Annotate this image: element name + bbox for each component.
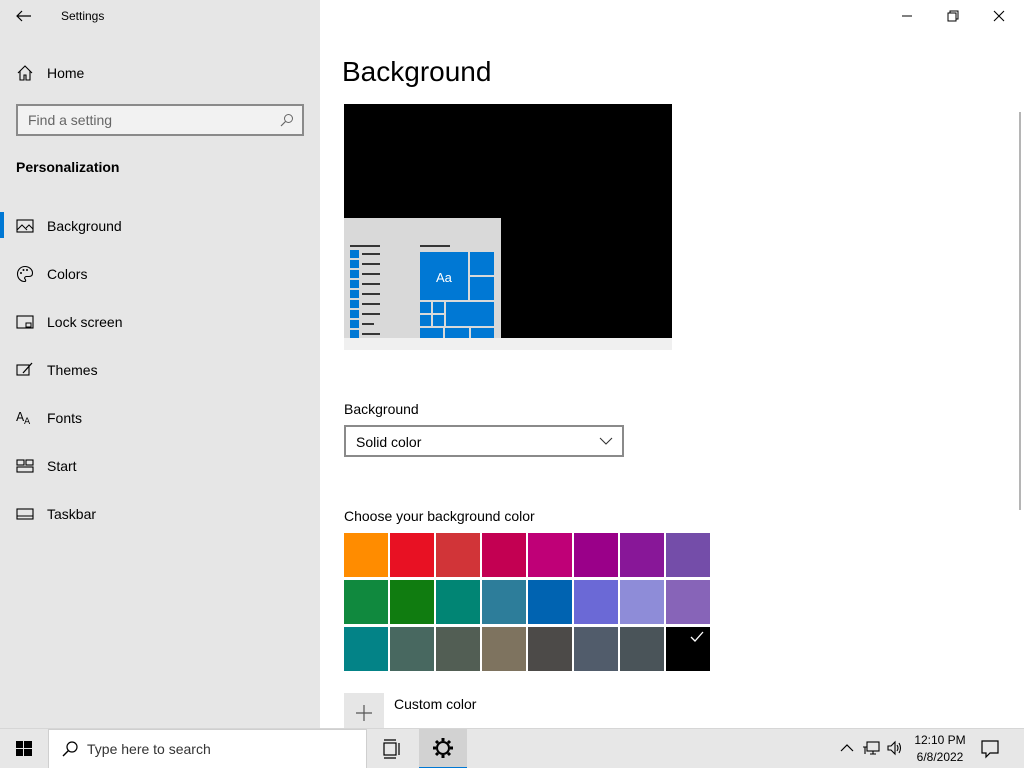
settings-search-input[interactable] bbox=[18, 106, 302, 134]
sidebar: Settings Home Personalization Background… bbox=[0, 0, 320, 728]
task-view-icon bbox=[383, 739, 400, 759]
color-swatch[interactable] bbox=[344, 580, 388, 624]
fonts-icon: AA bbox=[16, 410, 31, 427]
sidebar-item-label: Lock screen bbox=[47, 314, 123, 330]
color-swatch[interactable] bbox=[390, 533, 434, 577]
volume-icon[interactable] bbox=[886, 739, 904, 757]
custom-color-label: Custom color bbox=[394, 696, 477, 712]
color-swatch[interactable] bbox=[482, 580, 526, 624]
checkmark-icon bbox=[690, 631, 704, 642]
background-type-value: Solid color bbox=[356, 434, 422, 450]
chevron-up-icon[interactable] bbox=[838, 739, 856, 757]
choose-color-label: Choose your background color bbox=[344, 508, 535, 524]
home-link[interactable]: Home bbox=[0, 58, 320, 88]
color-swatch[interactable] bbox=[482, 533, 526, 577]
clock-time[interactable]: 12:10 PM bbox=[912, 733, 968, 747]
close-button[interactable] bbox=[976, 0, 1022, 32]
clock-date[interactable]: 6/8/2022 bbox=[912, 750, 968, 764]
color-swatch[interactable] bbox=[620, 533, 664, 577]
preview-start-menu: Aa bbox=[344, 218, 501, 338]
sidebar-item-start[interactable]: Start bbox=[0, 448, 320, 496]
plus-icon bbox=[344, 693, 384, 733]
custom-color-button[interactable]: Custom color bbox=[344, 693, 544, 733]
taskbar-settings-app[interactable] bbox=[419, 729, 467, 768]
home-label: Home bbox=[47, 65, 85, 81]
lock-screen-icon bbox=[16, 315, 34, 329]
background-type-label: Background bbox=[344, 401, 419, 417]
color-swatch[interactable] bbox=[436, 627, 480, 671]
color-swatch[interactable] bbox=[344, 627, 388, 671]
windows-logo-icon bbox=[16, 741, 32, 756]
color-swatch[interactable] bbox=[574, 533, 618, 577]
sidebar-item-label: Start bbox=[47, 458, 77, 474]
preview-start-graphic bbox=[350, 245, 494, 338]
search-icon bbox=[280, 114, 293, 127]
close-icon bbox=[993, 10, 1005, 22]
taskbar-search-input[interactable] bbox=[87, 730, 357, 768]
sidebar-item-label: Fonts bbox=[47, 410, 83, 426]
network-icon[interactable] bbox=[862, 739, 880, 757]
sidebar-nav: Background Colors Lock screen Themes AA … bbox=[0, 208, 320, 544]
settings-search[interactable] bbox=[16, 104, 304, 136]
sidebar-item-lock-screen[interactable]: Lock screen bbox=[0, 304, 320, 352]
color-swatch[interactable] bbox=[574, 627, 618, 671]
preview-tile-text: Aa bbox=[436, 270, 452, 285]
palette-icon bbox=[16, 265, 34, 283]
background-type-select[interactable]: Solid color bbox=[344, 425, 624, 457]
color-swatch[interactable] bbox=[620, 580, 664, 624]
picture-icon bbox=[16, 219, 34, 233]
window-controls bbox=[884, 0, 1024, 32]
minimize-icon bbox=[902, 15, 912, 17]
color-swatch[interactable] bbox=[528, 627, 572, 671]
app-title: Settings bbox=[61, 9, 105, 23]
taskbar-icon bbox=[16, 508, 34, 520]
color-swatch[interactable] bbox=[390, 580, 434, 624]
notification-icon[interactable] bbox=[978, 739, 1002, 759]
background-preview: Aa bbox=[344, 104, 672, 350]
chevron-down-icon bbox=[599, 437, 613, 445]
back-arrow-icon bbox=[16, 10, 31, 22]
gear-icon bbox=[433, 738, 453, 758]
restore-button[interactable] bbox=[930, 0, 976, 32]
restore-icon bbox=[947, 10, 959, 22]
color-swatch[interactable] bbox=[666, 627, 710, 671]
color-swatch[interactable] bbox=[436, 533, 480, 577]
color-swatch[interactable] bbox=[528, 580, 572, 624]
start-icon bbox=[16, 459, 34, 473]
sidebar-item-colors[interactable]: Colors bbox=[0, 256, 320, 304]
color-swatch[interactable] bbox=[482, 627, 526, 671]
sidebar-item-label: Background bbox=[47, 218, 122, 234]
task-view-button[interactable] bbox=[374, 729, 410, 768]
sidebar-item-taskbar[interactable]: Taskbar bbox=[0, 496, 320, 544]
start-button[interactable] bbox=[0, 729, 48, 768]
themes-icon bbox=[16, 362, 33, 376]
sidebar-item-label: Themes bbox=[47, 362, 98, 378]
back-button[interactable] bbox=[14, 6, 34, 26]
color-swatch[interactable] bbox=[436, 580, 480, 624]
page-title: Background bbox=[342, 56, 492, 87]
sidebar-item-themes[interactable]: Themes bbox=[0, 352, 320, 400]
taskbar-search[interactable] bbox=[48, 729, 367, 768]
sidebar-item-label: Taskbar bbox=[47, 506, 97, 522]
color-swatch[interactable] bbox=[666, 533, 710, 577]
search-icon bbox=[62, 741, 78, 757]
minimize-button[interactable] bbox=[884, 0, 930, 32]
sidebar-item-background[interactable]: Background bbox=[0, 208, 320, 256]
taskbar: 12:10 PM 6/8/2022 bbox=[0, 728, 1024, 768]
section-title: Personalization bbox=[16, 159, 120, 175]
color-swatch[interactable] bbox=[666, 580, 710, 624]
color-swatch[interactable] bbox=[528, 533, 572, 577]
scrollbar[interactable] bbox=[1019, 112, 1021, 510]
color-swatch[interactable] bbox=[574, 580, 618, 624]
color-swatch[interactable] bbox=[344, 533, 388, 577]
sidebar-item-fonts[interactable]: AA Fonts bbox=[0, 400, 320, 448]
sidebar-item-label: Colors bbox=[47, 266, 88, 282]
color-swatch[interactable] bbox=[390, 627, 434, 671]
color-swatch[interactable] bbox=[620, 627, 664, 671]
svg-text:A: A bbox=[24, 417, 31, 427]
home-icon bbox=[17, 65, 33, 81]
preview-taskbar bbox=[344, 338, 672, 350]
